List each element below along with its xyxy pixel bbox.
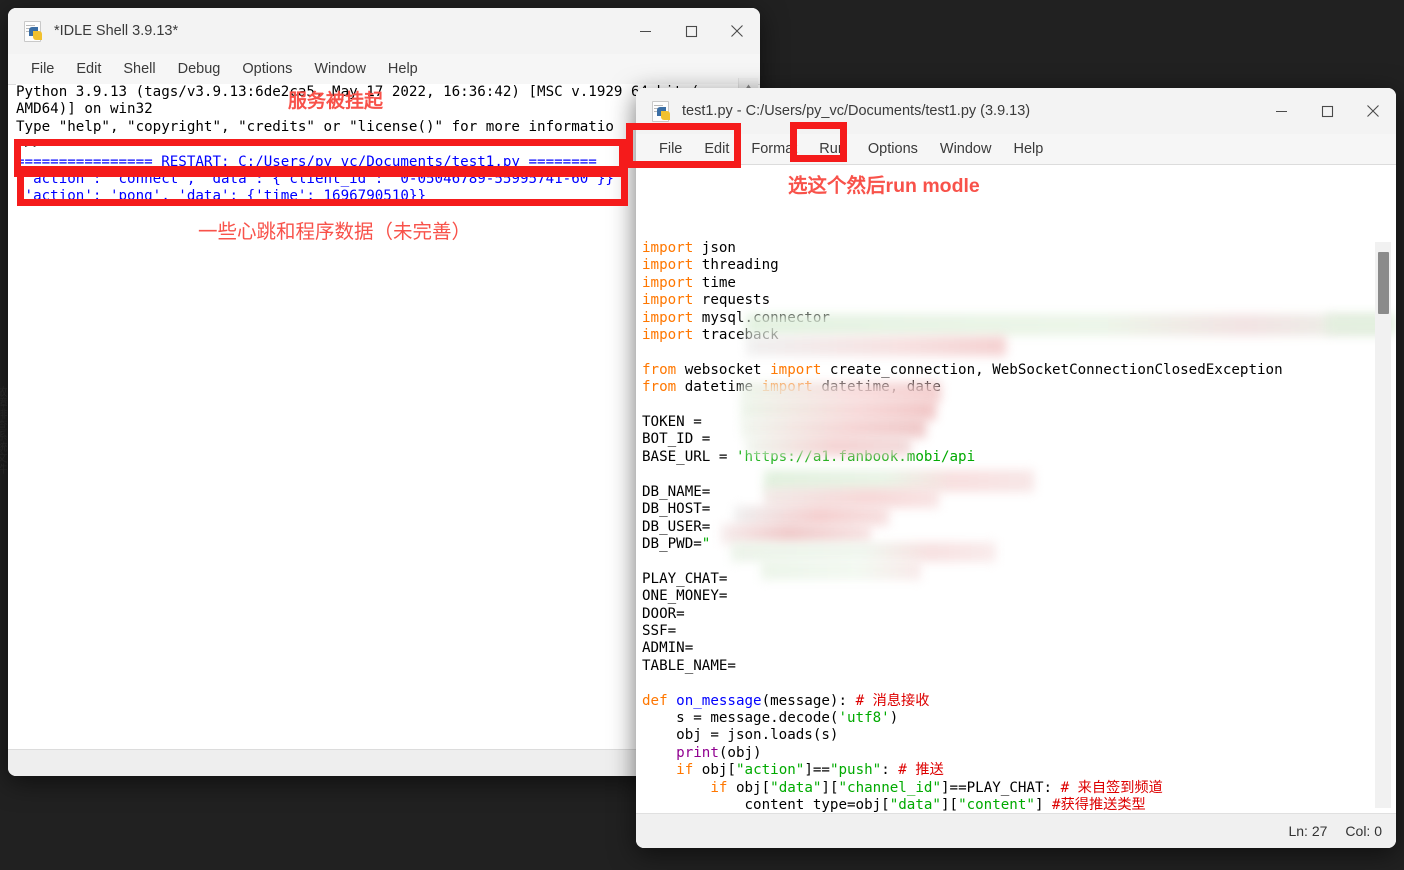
shell-menu-help[interactable]: Help [377,54,429,84]
column-indicator: Col: 0 [1345,823,1382,839]
python-file-icon [650,100,672,122]
code-line: DB_PWD=" [642,535,711,552]
code-line: SSF= [642,622,677,639]
shell-menu-shell[interactable]: Shell [112,54,166,84]
code-line: import traceback [642,327,779,344]
code-line: BOT_ID = [642,431,719,448]
code-line: DB_NAME= [642,483,711,500]
editor-menu-window[interactable]: Window [929,134,1003,164]
code-line: TABLE_NAME= [642,657,736,674]
close-icon[interactable] [714,8,760,54]
code-line: DB_HOST= [642,501,711,518]
code-line: DB_USER= [642,518,711,535]
code-line: s = message.decode('utf8') [642,709,899,726]
editor-code-area[interactable]: import json import threading import time im… [642,240,1370,812]
editor-menubar[interactable]: File Edit Format Run Options Window Help [636,134,1396,165]
code-line: import mysql.connector [642,309,830,326]
code-line: import time [642,274,736,291]
idle-editor-window[interactable]: test1.py - C:/Users/py_vc/Documents/test… [636,88,1396,848]
code-line: TOKEN = [642,414,711,431]
code-line: ADMIN= [642,640,694,657]
code-line: from datetime import datetime, date [642,379,941,396]
editor-window-controls[interactable] [1258,88,1396,134]
python-file-icon [22,20,44,42]
close-icon[interactable] [1350,88,1396,134]
shell-titlebar[interactable]: *IDLE Shell 3.9.13* [8,8,760,54]
shell-menu-edit[interactable]: Edit [65,54,112,84]
code-line: DOOR= [642,605,685,622]
code-line: BASE_URL = 'https://a1.fanbook.mobi/api [642,448,976,465]
code-line: if obj["action"]=="push": # 推送 [676,762,944,779]
code-line: from websocket import create_connection,… [642,361,1283,378]
shell-menu-options[interactable]: Options [231,54,303,84]
editor-menu-help[interactable]: Help [1002,134,1054,164]
file-menu-highlight-box [626,123,741,168]
line-indicator: Ln: 27 [1288,823,1328,839]
maximize-icon[interactable] [1304,88,1350,134]
code-line: content_type=obj["data"]["content"] #获得推… [642,797,1146,812]
shell-window-controls[interactable] [622,8,760,54]
code-line: ONE_MONEY= [642,588,728,605]
shell-menu-file[interactable]: File [20,54,65,84]
annotation-service-suspended: 服务被挂起 [288,91,384,112]
maximize-icon[interactable] [668,8,714,54]
code-line: PLAY_CHAT= [642,570,728,587]
code-line: def on_message(message): # 消息接收 [642,692,930,709]
run-menu-highlight-box [790,122,847,162]
minimize-icon[interactable] [622,8,668,54]
editor-title-text: test1.py - C:/Users/py_vc/Documents/test… [682,103,1031,119]
code-line: import json [642,240,736,256]
code-line: if obj["data"]["channel_id"]==PLAY_CHAT:… [710,779,1163,796]
code-line: obj = json.loads(s) [642,727,839,744]
annotation-heartbeat-note: 一些心跳和程序数据（未完善） [198,221,472,243]
annotation-run-module-note: 选这个然后run modle [788,175,980,197]
shell-menubar[interactable]: File Edit Shell Debug Options Window Help [8,54,760,85]
editor-vertical-scrollbar[interactable] [1375,242,1391,808]
minimize-icon[interactable] [1258,88,1304,134]
pong-line-highlight-box [17,166,628,206]
code-line: import requests [642,292,771,309]
shell-menu-window[interactable]: Window [303,54,377,84]
code-line: print(obj) [676,744,762,761]
code-line: import threading [642,257,779,274]
editor-titlebar[interactable]: test1.py - C:/Users/py_vc/Documents/test… [636,88,1396,134]
shell-title-text: *IDLE Shell 3.9.13* [54,23,179,39]
editor-statusbar: Ln: 27 Col: 0 [636,813,1396,848]
editor-scrollbar-thumb[interactable] [1378,252,1389,314]
editor-menu-options[interactable]: Options [857,134,929,164]
shell-menu-debug[interactable]: Debug [167,54,232,84]
